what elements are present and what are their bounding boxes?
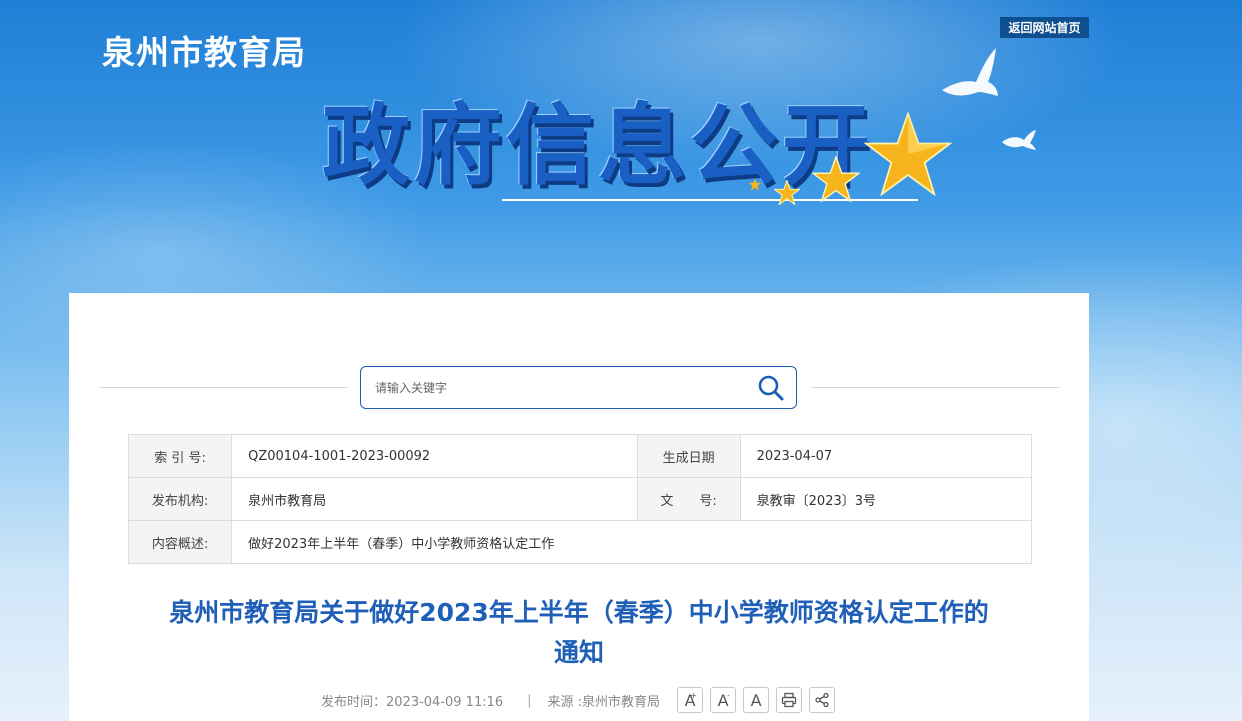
divider-right [811, 387, 1059, 388]
document-meta-table: 索 引 号: QZ00104-1001-2023-00092 生成日期 2023… [127, 434, 1033, 564]
search-icon [758, 375, 784, 400]
table-row: 内容概述: 做好2023年上半年（春季）中小学教师资格认定工作 [127, 520, 1032, 564]
summary-label: 内容概述: [127, 520, 233, 564]
share-button[interactable] [809, 687, 836, 713]
article-title: 泉州市教育局关于做好2023年上半年（春季）中小学教师资格认定工作的 通知 [119, 593, 1039, 673]
print-button[interactable] [776, 687, 803, 713]
info-separator: | [527, 692, 532, 708]
publisher-value: 泉州市教育局 [231, 477, 638, 521]
small-star-icon [774, 180, 800, 205]
search-input[interactable] [361, 367, 746, 408]
table-row: 索 引 号: QZ00104-1001-2023-00092 生成日期 2023… [127, 434, 1033, 478]
docno-label: 文 号: [636, 477, 741, 521]
divider-left [99, 387, 347, 388]
font-increase-mark: + [690, 691, 698, 700]
print-icon [781, 692, 797, 708]
summary-value: 做好2023年上半年（春季）中小学教师资格认定工作 [231, 520, 1032, 564]
article-title-line-2: 通知 [553, 638, 604, 667]
search-button[interactable] [746, 367, 796, 408]
date-value: 2023-04-07 [739, 434, 1033, 478]
share-icon [815, 692, 829, 708]
font-default-label: A [750, 690, 762, 710]
font-decrease-button[interactable]: A- [710, 687, 737, 713]
publisher-label: 发布机构: [127, 477, 233, 521]
dove-icon [942, 48, 998, 96]
table-row: 发布机构: 泉州市教育局 文 号: 泉教审〔2023〕3号 [127, 477, 1033, 521]
large-star-icon [864, 112, 952, 196]
small-dove-icon [1002, 130, 1036, 150]
docno-value: 泉教审〔2023〕3号 [739, 477, 1033, 521]
content-card: 索 引 号: QZ00104-1001-2023-00092 生成日期 2023… [69, 293, 1089, 721]
tiny-star-icon [748, 178, 762, 191]
index-label: 索 引 号: [127, 434, 233, 478]
font-increase-button[interactable]: A + [677, 687, 704, 713]
site-title: 泉州市教育局 [102, 33, 306, 72]
date-label: 生成日期 [636, 434, 741, 478]
font-default-button[interactable]: A [743, 687, 770, 713]
publish-time: 发布时间：2023-04-09 11:16 [321, 694, 504, 710]
home-link[interactable]: 返回网站首页 [1000, 17, 1089, 38]
index-value: QZ00104-1001-2023-00092 [231, 434, 638, 478]
article-title-line-1: 泉州市教育局关于做好2023年上半年（春季）中小学教师资格认定工作的 [169, 598, 989, 627]
article-source: 来源 :泉州市教育局 [547, 694, 661, 710]
search-box [360, 366, 797, 409]
article-info-bar: 发布时间：2023-04-09 11:16 | 来源 :泉州市教育局 A + A-… [321, 686, 836, 714]
medium-star-icon [812, 156, 860, 202]
font-decrease-mark: - [727, 691, 731, 700]
